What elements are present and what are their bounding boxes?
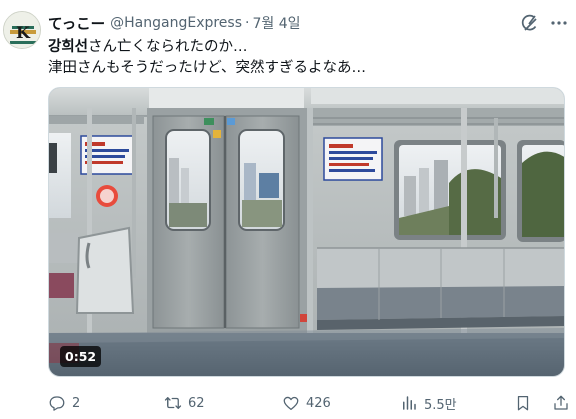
views-button[interactable]: 5.5만 — [400, 392, 457, 414]
like-count: 426 — [306, 395, 331, 411]
tweet-text-line-1-rest: さん亡くなられたのか… — [88, 39, 248, 55]
reply-icon — [49, 396, 65, 411]
heart-icon — [283, 396, 299, 411]
svg-text:K: K — [16, 23, 31, 42]
grok-icon[interactable] — [520, 13, 540, 33]
tweet-text-line-2: 津田さんもそうだったけど、突然すぎるよなあ… — [48, 60, 366, 76]
tweet-actions: 2 62 426 5.5만 — [48, 392, 570, 414]
bookmark-button[interactable] — [514, 392, 532, 414]
tweet-text: 강희선さん亡くなられたのか… 津田さんもそうだったけど、突然すぎるよなあ… — [48, 37, 366, 79]
avatar[interactable]: K — [3, 11, 41, 49]
tweet-date[interactable]: 7월 4일 — [252, 13, 300, 33]
user-handle[interactable]: @HangangExpress — [110, 15, 242, 31]
video-thumbnail — [49, 88, 564, 376]
repost-button[interactable]: 62 — [164, 392, 205, 414]
header-separator: · — [245, 15, 250, 31]
reply-count: 2 — [72, 395, 81, 411]
share-icon — [554, 395, 568, 410]
reply-button[interactable]: 2 — [48, 392, 80, 414]
bookmark-icon — [517, 395, 529, 411]
views-count: 5.5만 — [424, 397, 457, 413]
repost-icon — [164, 397, 182, 409]
tweet-text-line-1: 강희선さん亡くなられたのか… — [48, 37, 366, 58]
video-player[interactable] — [48, 87, 565, 377]
repost-count: 62 — [188, 395, 205, 411]
display-name[interactable]: てっこー — [48, 13, 105, 34]
share-button[interactable] — [552, 392, 570, 414]
avatar-logo: K — [4, 12, 40, 48]
like-button[interactable]: 426 — [282, 392, 331, 414]
mentioned-name: 강희선 — [48, 39, 89, 55]
more-options-icon[interactable] — [549, 13, 569, 33]
tweet-header: てっこー @HangangExpress · 7월 4일 — [48, 13, 301, 33]
video-duration-badge: 0:52 — [60, 346, 102, 367]
views-icon — [403, 396, 416, 410]
